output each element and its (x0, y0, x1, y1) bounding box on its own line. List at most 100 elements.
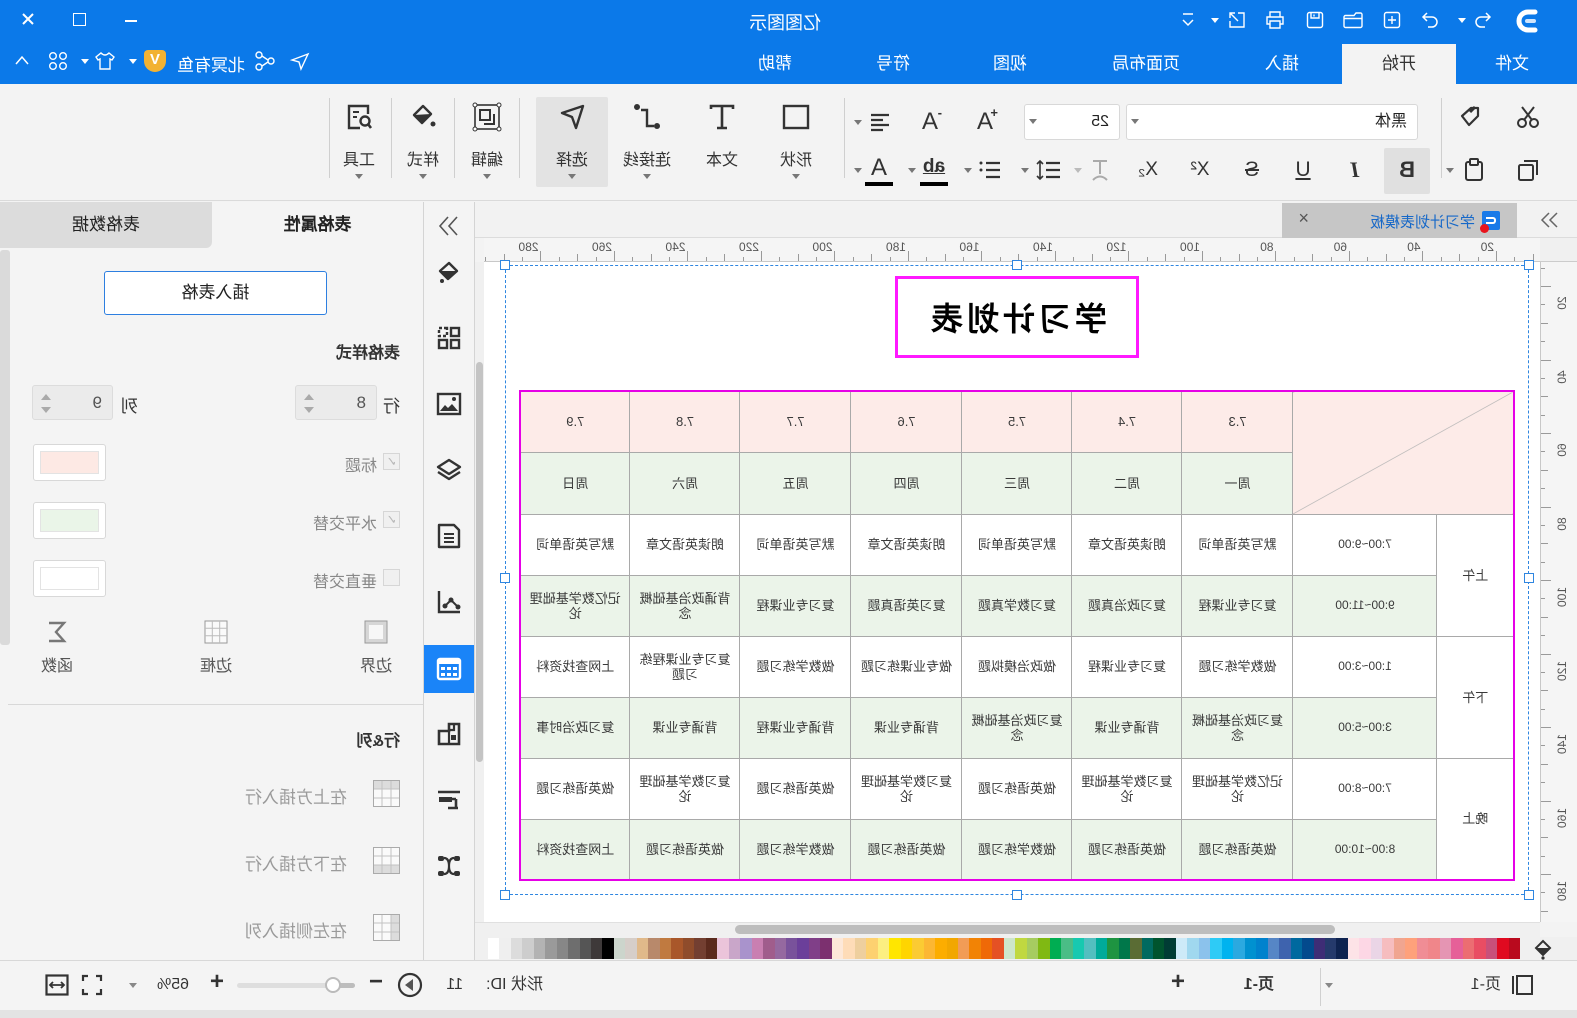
date-cell[interactable]: 7.3 (1182, 391, 1293, 452)
color-swatch[interactable] (499, 938, 511, 959)
color-swatch[interactable] (900, 938, 913, 959)
color-swatch[interactable] (912, 938, 924, 959)
insert-column-left[interactable]: 在左侧插入列 (100, 913, 400, 943)
superscript-button[interactable]: X² (1185, 155, 1215, 185)
export-dropdown-caret[interactable] (1211, 18, 1219, 23)
zoom-level[interactable]: 65% (157, 975, 189, 995)
resize-handle-left[interactable] (1524, 573, 1534, 583)
sidebar-image[interactable] (424, 380, 474, 428)
color-swatch[interactable] (1210, 938, 1222, 959)
sidebar-plugin[interactable] (424, 710, 474, 758)
edit-button[interactable]: 编辑 (454, 96, 520, 188)
color-swatch[interactable] (1497, 938, 1509, 959)
date-cell[interactable]: 7.6 (851, 391, 962, 452)
format-painter-icon[interactable] (1457, 104, 1483, 130)
menu-tab-page-layout[interactable]: 页面布局 (1096, 44, 1196, 84)
plan-cell[interactable]: 默写英语单词 (520, 514, 630, 575)
color-swatch[interactable] (740, 938, 752, 959)
resize-handle-bottom-left[interactable] (1524, 890, 1534, 900)
underline-button[interactable]: U (1288, 155, 1318, 185)
color-swatch[interactable] (648, 938, 660, 959)
plan-cell[interactable]: 复习政治基础概念 (962, 697, 1072, 758)
color-swatch[interactable] (1061, 938, 1073, 959)
color-swatch[interactable] (1439, 938, 1452, 959)
text-button[interactable]: 文本 (689, 96, 755, 188)
font-size-select[interactable]: 25 (1024, 104, 1120, 140)
color-swatch[interactable] (1370, 938, 1383, 959)
cut-icon[interactable] (1515, 104, 1541, 130)
sidebar-symbols[interactable] (424, 314, 474, 362)
plan-cell[interactable]: 做数学练习题 (1182, 636, 1293, 697)
sidebar-gantt[interactable] (424, 776, 474, 824)
resize-handle-right[interactable] (500, 573, 510, 583)
list-icon[interactable] (978, 159, 1002, 181)
shape-button[interactable]: 形状 (763, 96, 829, 188)
zoom-slider[interactable] (237, 977, 355, 993)
plan-cell[interactable]: 复习数学基础理论 (1072, 758, 1182, 819)
active-page-tab[interactable]: 页-1 (1244, 975, 1274, 995)
plan-cell[interactable]: 复习专业课程 (1072, 636, 1182, 697)
color-swatch[interactable] (1474, 938, 1486, 959)
color-swatch[interactable] (1485, 938, 1498, 959)
color-swatch[interactable] (1049, 938, 1062, 959)
highlight-caret[interactable] (908, 168, 916, 173)
menu-tab-view[interactable]: 视图 (960, 44, 1060, 84)
color-swatch[interactable] (1313, 938, 1326, 959)
menu-tab-help[interactable]: 帮助 (725, 44, 825, 84)
plan-cell[interactable]: 记忆数学基础理论 (520, 575, 630, 636)
paste-dropdown-caret[interactable] (1446, 168, 1454, 173)
plan-cell[interactable]: 上网查找资料 (520, 819, 630, 880)
weekday-cell[interactable]: 周六 (630, 452, 740, 514)
color-swatch[interactable] (568, 938, 580, 959)
color-swatch[interactable] (1198, 938, 1211, 959)
undo-dropdown-caret[interactable] (1458, 18, 1466, 23)
paste-icon[interactable] (1462, 157, 1486, 183)
resize-handle-top-left[interactable] (1524, 260, 1534, 270)
color-swatch[interactable] (992, 938, 1004, 959)
color-swatch[interactable] (843, 938, 855, 959)
color-swatch[interactable] (763, 938, 775, 959)
border-button[interactable]: 边框 (191, 618, 241, 678)
font-color-button[interactable]: A (864, 154, 894, 186)
color-swatch[interactable] (808, 938, 821, 959)
color-swatch[interactable] (923, 938, 936, 959)
zoom-level-caret[interactable] (129, 983, 137, 988)
time-cell[interactable]: 7:00~8:00 (1293, 758, 1437, 819)
banded-cols-checkbox[interactable] (383, 569, 400, 586)
color-swatch[interactable] (1175, 938, 1188, 959)
tools-button[interactable]: 工具 (326, 96, 392, 188)
time-cell[interactable]: 9:00~11:00 (1293, 575, 1437, 636)
header-color-picker[interactable] (33, 444, 106, 481)
color-swatch[interactable] (1416, 938, 1429, 959)
customize-toolbar-icon[interactable] (1180, 10, 1196, 30)
plan-cell[interactable]: 背诵专业课程 (740, 697, 851, 758)
color-swatch[interactable] (545, 938, 557, 959)
color-swatch[interactable] (659, 938, 672, 959)
page-list-label[interactable]: 页-1 (1471, 975, 1501, 995)
plan-cell[interactable]: 朗读英语文章 (1072, 514, 1182, 575)
fill-color-icon[interactable] (1532, 938, 1554, 960)
color-swatch[interactable] (717, 938, 729, 959)
color-swatch[interactable] (1026, 938, 1039, 959)
color-swatch[interactable] (613, 938, 626, 959)
align-dropdown-caret[interactable] (854, 120, 862, 125)
plan-cell[interactable]: 做数学练习题 (962, 819, 1072, 880)
weekday-cell[interactable]: 周二 (1072, 452, 1182, 514)
font-color-caret[interactable] (854, 168, 862, 173)
plan-cell[interactable]: 做专业课练习题 (851, 636, 962, 697)
open-folder-icon[interactable] (1342, 10, 1364, 30)
color-swatch[interactable] (556, 938, 569, 959)
color-swatch[interactable] (1164, 938, 1176, 959)
plan-cell[interactable]: 复习专业课程 (1182, 575, 1293, 636)
color-swatch[interactable] (877, 938, 890, 959)
shrink-font-button[interactable]: A- (915, 105, 945, 137)
color-swatch[interactable] (1302, 938, 1314, 959)
color-swatch[interactable] (1187, 938, 1199, 959)
color-swatch[interactable] (866, 938, 878, 959)
color-swatch[interactable] (1095, 938, 1108, 959)
time-cell[interactable]: 1:00~3:00 (1293, 636, 1437, 697)
plan-cell[interactable]: 做英语练习题 (630, 819, 740, 880)
sidebar-table[interactable] (424, 645, 474, 693)
zoom-slider-thumb[interactable] (324, 977, 341, 993)
copy-icon[interactable] (1516, 158, 1540, 182)
